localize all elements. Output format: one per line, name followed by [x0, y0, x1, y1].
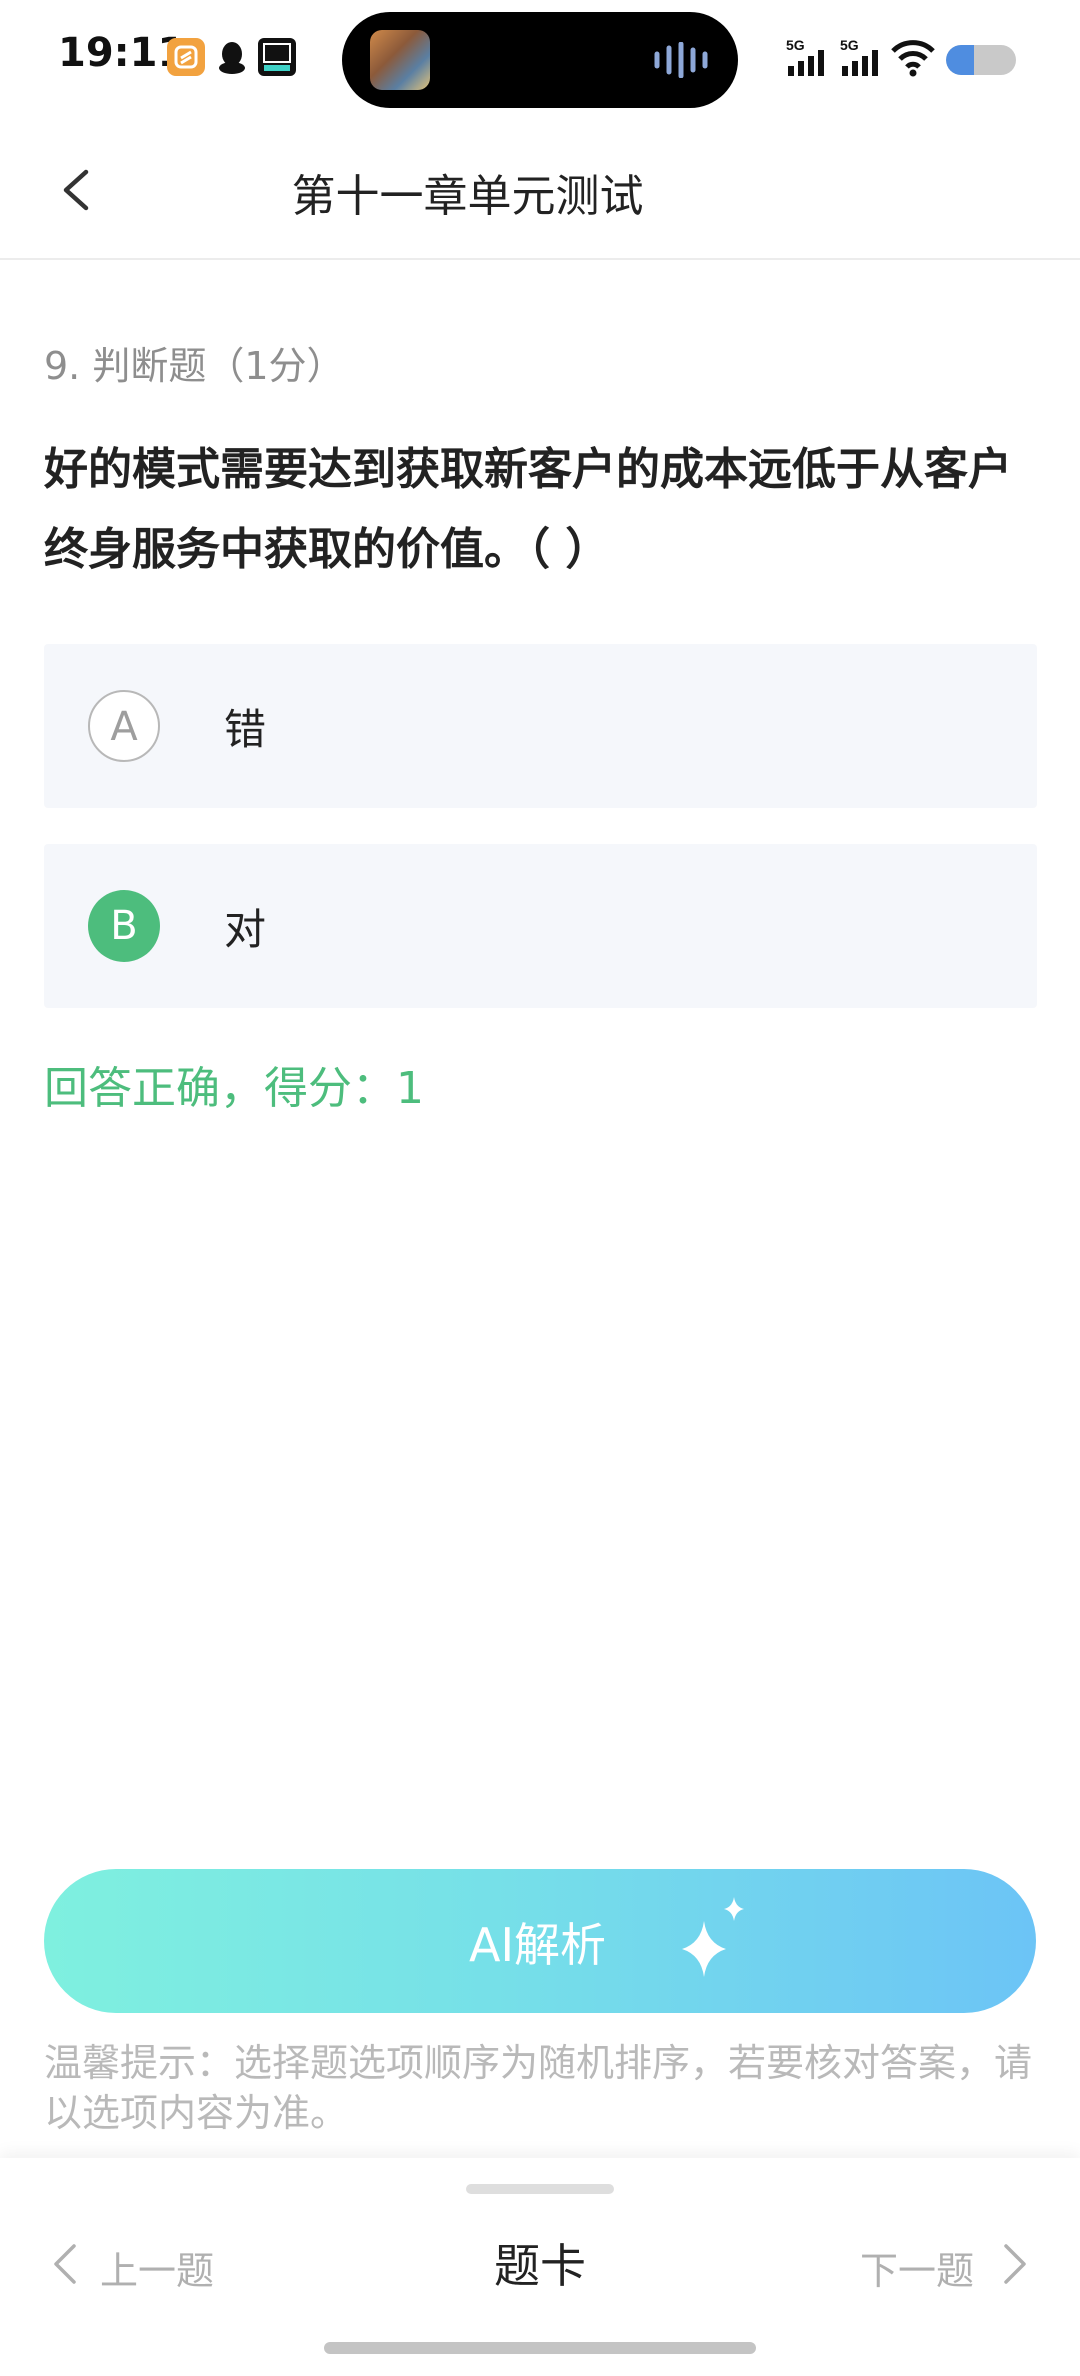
- svg-text:5G: 5G: [786, 37, 805, 53]
- status-bar: 19:11 5G 5G: [0, 0, 1080, 120]
- dewu-app-icon: [258, 38, 296, 76]
- tip-text: 温馨提示：选择题选项顺序为随机排序，若要核对答案，请以选项内容为准。: [44, 2041, 1033, 2135]
- chevron-right-icon: [1004, 2244, 1026, 2284]
- media-thumbnail: [370, 30, 430, 90]
- question-meta: 9. 判断题（1分）: [44, 344, 345, 388]
- svg-text:5G: 5G: [840, 37, 859, 53]
- nav-bar: 第十一章单元测试: [0, 120, 1080, 260]
- battery-level: [946, 45, 974, 75]
- dynamic-island[interactable]: [342, 12, 738, 108]
- option-letter-selected: B: [88, 890, 160, 962]
- bottom-bar: 上一题 题卡 下一题: [0, 2158, 1080, 2376]
- taobao-app-icon: [167, 38, 205, 76]
- battery-icon: [946, 45, 1016, 75]
- option-a[interactable]: A 错: [44, 644, 1037, 808]
- page-title: 第十一章单元测试: [291, 171, 644, 222]
- ai-analysis-label: AI解析: [469, 1918, 607, 1972]
- wifi-icon: [891, 40, 935, 77]
- option-letter: A: [88, 690, 160, 762]
- drag-handle[interactable]: [466, 2184, 614, 2194]
- next-question-button[interactable]: 下一题: [860, 2234, 1030, 2294]
- answer-result: 回答正确，得分：1: [44, 1063, 424, 1114]
- home-indicator[interactable]: [324, 2342, 756, 2354]
- audio-wave-icon: [654, 42, 708, 78]
- ai-analysis-button[interactable]: AI解析: [44, 1869, 1036, 2013]
- cellular-signal-icon: 5G: [840, 37, 878, 76]
- option-b[interactable]: B 对: [44, 844, 1037, 1008]
- sparkle-icon: [682, 1897, 744, 1977]
- quiz-page: 19:11 5G 5G 第十一章单元测试 9. 判断题（1分） 好的模式需要达到…: [0, 0, 1080, 2376]
- question-text: 好的模式需要达到获取新客户的成本远低于从客户终身服务中获取的价值。（ ）: [44, 444, 1012, 575]
- option-text: 对: [224, 905, 267, 954]
- qq-penguin-icon: [213, 38, 251, 76]
- option-text: 错: [224, 705, 267, 754]
- next-question-label: 下一题: [860, 2249, 975, 2293]
- cellular-signal-icon: 5G: [786, 37, 824, 76]
